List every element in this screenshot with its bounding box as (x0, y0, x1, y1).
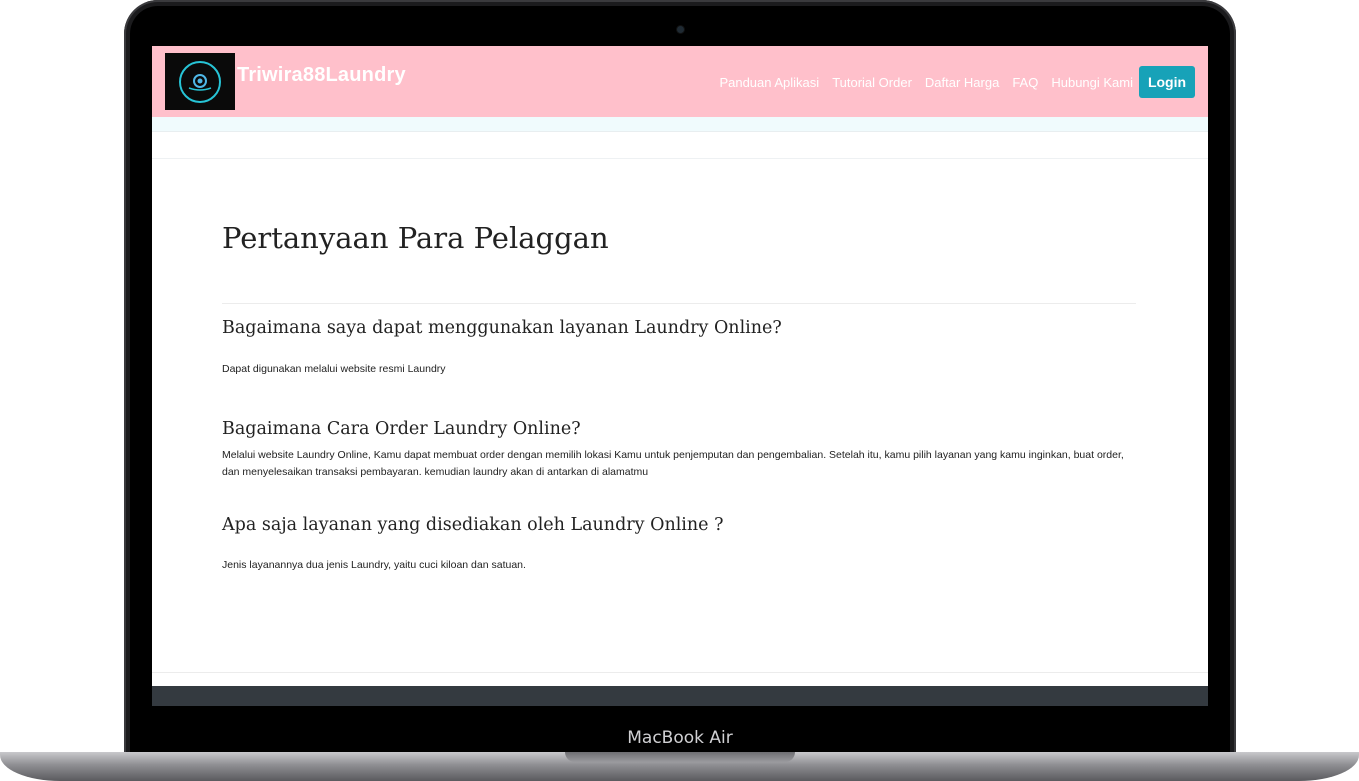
brand-logo[interactable] (165, 53, 235, 110)
divider (152, 158, 1208, 159)
brand-name[interactable]: Triwira88Laundry (237, 64, 406, 87)
faq-answer: Melalui website Laundry Online, Kamu dap… (222, 449, 1124, 478)
faq-answer: Jenis layanannya dua jenis Laundry, yait… (222, 559, 526, 571)
laptop-notch (565, 752, 795, 762)
nav-link-tutorial-order[interactable]: Tutorial Order (832, 75, 912, 90)
nav-link-faq[interactable]: FAQ (1012, 75, 1038, 90)
navbar-subbar (152, 117, 1208, 132)
laundry-logo-icon (179, 60, 221, 103)
footer (152, 686, 1208, 706)
nav-link-panduan-aplikasi[interactable]: Panduan Aplikasi (719, 75, 819, 90)
faq-question: Apa saja layanan yang disediakan oleh La… (222, 515, 724, 535)
faq-question: Bagaimana Cara Order Laundry Online? (222, 419, 581, 439)
faq-question: Bagaimana saya dapat menggunakan layanan… (222, 318, 782, 338)
device-label: MacBook Air (627, 728, 733, 748)
divider (222, 303, 1136, 304)
browser-screen: Triwira88Laundry Panduan Aplikasi Tutori… (152, 46, 1208, 706)
nav-link-hubungi-kami[interactable]: Hubungi Kami (1051, 75, 1133, 90)
faq-section: Pertanyaan Para Pelaggan Bagaimana saya … (222, 221, 1136, 571)
divider (152, 672, 1208, 673)
faq-answer: Dapat digunakan melalui website resmi La… (222, 363, 446, 375)
login-button[interactable]: Login (1139, 66, 1195, 98)
page-title: Pertanyaan Para Pelaggan (222, 221, 609, 255)
nav-link-daftar-harga[interactable]: Daftar Harga (925, 75, 999, 90)
nav-links: Panduan Aplikasi Tutorial Order Daftar H… (719, 75, 1133, 90)
navbar: Triwira88Laundry Panduan Aplikasi Tutori… (152, 46, 1208, 117)
camera-icon (677, 26, 684, 33)
